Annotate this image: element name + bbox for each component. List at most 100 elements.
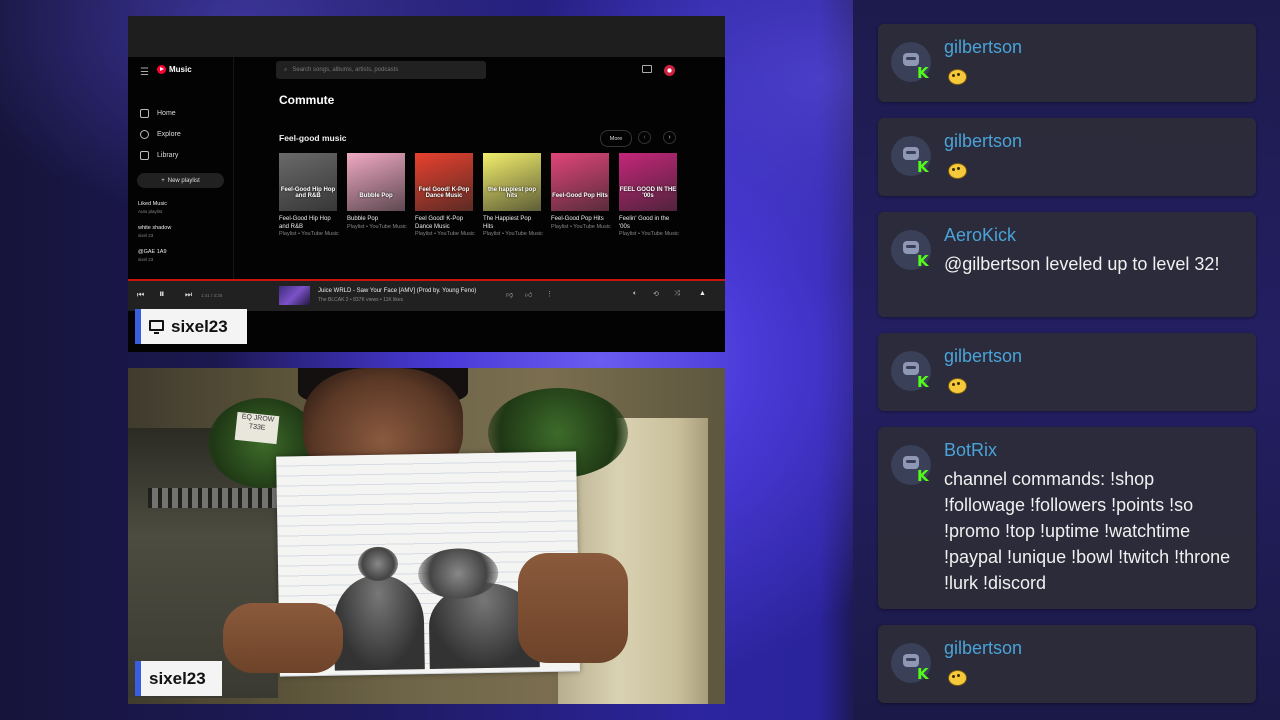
player-bar: ⏮ ⏸ ⏭ 1:41 / 3:28 Juice WRLD - Saw Your … xyxy=(128,279,725,311)
chat-message: Kgilbertson xyxy=(878,118,1256,196)
playlist-card[interactable]: the happiest pop hits The Happiest Pop Hi… xyxy=(483,153,543,239)
chevron-right-icon[interactable]: › xyxy=(663,131,676,144)
volume-icon[interactable]: 🔈︎ xyxy=(633,290,637,298)
playlist-card[interactable]: Feel-Good Hip Hop and R&B Feel-Good Hip H… xyxy=(279,153,339,239)
hamburger-menu-icon[interactable]: ☰ xyxy=(140,67,149,78)
emote-icon xyxy=(946,161,968,179)
search-icon: ⌕ xyxy=(284,66,288,73)
screen-source-name: sixel23 xyxy=(171,316,228,336)
playlist-thumbnail[interactable]: Feel-Good Hip Hop and R&B xyxy=(279,153,337,211)
chat-message: Kgilbertson xyxy=(878,24,1256,102)
page-title: Commute xyxy=(279,93,335,107)
thumbnail-text: FEEL GOOD IN THE '00s xyxy=(619,187,677,199)
yt-music-logo-icon xyxy=(157,65,166,74)
playlist-card-title[interactable]: The Happiest Pop Hits xyxy=(483,216,543,231)
chat-username[interactable]: gilbertson xyxy=(944,37,1022,58)
chat-message-text: channel commands: !shop !followage !foll… xyxy=(944,469,1231,593)
playlist-card-subtitle: Playlist • YouTube Music xyxy=(483,231,543,237)
library-icon xyxy=(140,151,149,160)
playlist-thumbnail[interactable]: Feel Good! K-Pop Dance Music xyxy=(415,153,473,211)
search-input[interactable]: ⌕ Search songs, albums, artists, podcast… xyxy=(276,61,486,79)
chat-username[interactable]: BotRix xyxy=(944,440,997,461)
monitor-icon xyxy=(149,320,164,334)
playlist-card[interactable]: FEEL GOOD IN THE '00s Feelin' Good in the… xyxy=(619,153,679,239)
playlist-thumbnail[interactable]: Feel-Good Pop Hits xyxy=(551,153,609,211)
dislike-icon[interactable]: 👎︎ xyxy=(506,290,513,299)
kick-badge-icon: K xyxy=(917,158,929,176)
playlist-card-subtitle: Playlist • YouTube Music xyxy=(619,231,679,237)
kick-badge-icon: K xyxy=(917,467,929,485)
kick-badge-icon: K xyxy=(917,373,929,391)
curtain-tassels xyxy=(148,488,298,508)
chevron-left-icon[interactable]: ‹ xyxy=(638,131,651,144)
chat-username[interactable]: gilbertson xyxy=(944,131,1022,152)
playlist-entry[interactable]: @GAE 1A9 sixel 23 xyxy=(138,249,167,263)
playlist-thumbnail[interactable]: FEEL GOOD IN THE '00s xyxy=(619,153,677,211)
browser-top-bar xyxy=(128,16,725,57)
yt-music-sidebar: ☰ Music Home Explore Library + New playl… xyxy=(128,57,234,279)
yt-music-logo[interactable]: Music xyxy=(157,65,192,74)
chat-username[interactable]: AeroKick xyxy=(944,225,1016,246)
search-placeholder: Search songs, albums, artists, podcasts xyxy=(292,67,399,73)
thumbnail-text: Bubble Pop xyxy=(359,193,393,199)
plus-icon: + xyxy=(161,177,165,184)
kick-badge-icon: K xyxy=(917,665,929,683)
playlist-card-title[interactable]: Feelin' Good in the '00s xyxy=(619,216,679,231)
drawn-hill xyxy=(333,574,425,671)
playlist-name: Liked Music xyxy=(138,201,168,207)
more-button[interactable]: More xyxy=(600,130,632,147)
cast-icon[interactable] xyxy=(642,65,652,73)
playlist-card-subtitle: Playlist • YouTube Music xyxy=(551,223,611,230)
chat-message: K BotRix channel commands: !shop !followag… xyxy=(878,427,1256,609)
playlist-card-title[interactable]: Feel Good! K-Pop Dance Music xyxy=(415,216,475,231)
playlist-sub: sixel 23 xyxy=(138,233,154,238)
playlist-card-subtitle: Playlist • YouTube Music xyxy=(347,223,407,230)
more-vert-icon[interactable]: ⋮ xyxy=(546,290,553,298)
sticky-note: EQ JROW T33E xyxy=(234,411,280,445)
playlist-card-title[interactable]: Feel-Good Hip Hop and R&B xyxy=(279,216,339,231)
next-icon[interactable]: ⏭ xyxy=(185,290,192,300)
playlist-entry[interactable]: Liked Music Auto playlist xyxy=(138,201,167,215)
previous-icon[interactable]: ⏮ xyxy=(137,290,144,300)
compass-icon xyxy=(140,130,149,139)
account-avatar[interactable] xyxy=(664,65,675,76)
repeat-icon[interactable]: ⟲ xyxy=(653,290,659,298)
new-playlist-button[interactable]: + New playlist xyxy=(137,173,224,188)
chat-username[interactable]: gilbertson xyxy=(944,638,1022,659)
thumbnail-text: Feel-Good Hip Hop and R&B xyxy=(280,187,336,199)
track-thumbnail[interactable] xyxy=(279,286,310,305)
playlist-card-subtitle: Playlist • YouTube Music xyxy=(415,231,475,237)
like-icon[interactable]: 👍︎ xyxy=(525,290,532,299)
playlist-card-title[interactable]: Bubble Pop xyxy=(347,216,407,224)
expand-up-icon[interactable]: ▲ xyxy=(699,290,706,297)
playlist-card[interactable]: Feel Good! K-Pop Dance Music Feel Good! K… xyxy=(415,153,475,239)
pause-icon[interactable]: ⏸ xyxy=(159,288,165,301)
thumbnail-text: Feel Good! K-Pop Dance Music xyxy=(418,187,470,199)
kick-badge-icon: K xyxy=(917,64,929,82)
shuffle-icon[interactable]: ⤨ xyxy=(674,290,680,298)
webcam-source-label: sixel23 xyxy=(135,661,222,696)
nav-item-explore[interactable]: Explore xyxy=(140,130,181,139)
chat-message-text: @gilbertson leveled up to level 32! xyxy=(944,254,1220,274)
shelf-title[interactable]: Feel-good music xyxy=(279,133,347,143)
nav-item-library[interactable]: Library xyxy=(140,151,178,160)
playlist-card-subtitle: Playlist • YouTube Music xyxy=(279,231,339,237)
playlist-card[interactable]: Feel-Good Pop Hits Feel-Good Pop Hits Play… xyxy=(551,153,611,231)
playlist-thumbnail[interactable]: Bubble Pop xyxy=(347,153,405,211)
nav-item-home[interactable]: Home xyxy=(140,109,176,118)
nav-library-label: Library xyxy=(157,152,179,159)
thumbnail-text: the happiest pop hits xyxy=(488,187,536,199)
playlist-card[interactable]: Bubble Pop Bubble Pop Playlist • YouTube M… xyxy=(347,153,407,231)
playlist-card-title[interactable]: Feel-Good Pop Hits xyxy=(551,216,611,224)
kick-badge-icon: K xyxy=(917,252,929,270)
playlist-entry[interactable]: white shadow sixel 23 xyxy=(138,225,171,239)
app-name: Music xyxy=(169,65,192,74)
chat-username[interactable]: gilbertson xyxy=(944,346,1022,367)
playlist-thumbnail[interactable]: the happiest pop hits xyxy=(483,153,541,211)
home-icon xyxy=(140,109,149,118)
nav-home-label: Home xyxy=(157,110,176,117)
left-hand xyxy=(223,603,343,673)
webcam-panel: EQ JROW T33E sixel23 xyxy=(128,368,725,704)
chat-message: Kgilbertson xyxy=(878,333,1256,411)
track-title[interactable]: Juice WRLD - Saw Your Face [AMV] (Prod b… xyxy=(318,288,476,294)
